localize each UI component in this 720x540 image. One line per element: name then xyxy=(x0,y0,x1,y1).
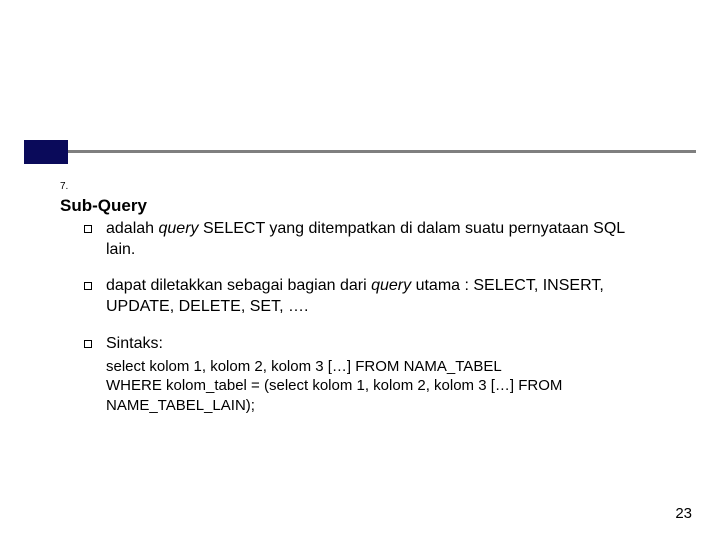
bullet-text: adalah query SELECT yang ditempatkan di … xyxy=(106,219,654,261)
list-number: 7. xyxy=(60,174,82,193)
bullet-item: Sintaks: xyxy=(84,334,654,355)
section-title: Sub-Query xyxy=(60,195,654,217)
slide-content: 7. Sub-Query adalah query SELECT yang di… xyxy=(60,174,680,415)
header-rule xyxy=(24,140,696,164)
square-bullet-icon xyxy=(84,282,92,290)
bullet-item: adalah query SELECT yang ditempatkan di … xyxy=(84,219,654,261)
syntax-line: select kolom 1, kolom 2, kolom 3 […] FRO… xyxy=(106,357,654,377)
square-bullet-icon xyxy=(84,225,92,233)
rule-grey-line xyxy=(24,150,696,153)
syntax-line: NAME_TABEL_LAIN); xyxy=(106,396,654,416)
syntax-block: select kolom 1, kolom 2, kolom 3 […] FRO… xyxy=(106,357,654,416)
list-body: Sub-Query adalah query SELECT yang ditem… xyxy=(60,195,654,416)
bullet-text: dapat diletakkan sebagai bagian dari que… xyxy=(106,276,654,318)
bullet-item: dapat diletakkan sebagai bagian dari que… xyxy=(84,276,654,318)
page-number: 23 xyxy=(675,505,692,522)
square-bullet-icon xyxy=(84,340,92,348)
rule-navy-block xyxy=(24,140,68,164)
syntax-line: WHERE kolom_tabel = (select kolom 1, kol… xyxy=(106,376,654,396)
bullet-text: Sintaks: xyxy=(106,334,654,355)
